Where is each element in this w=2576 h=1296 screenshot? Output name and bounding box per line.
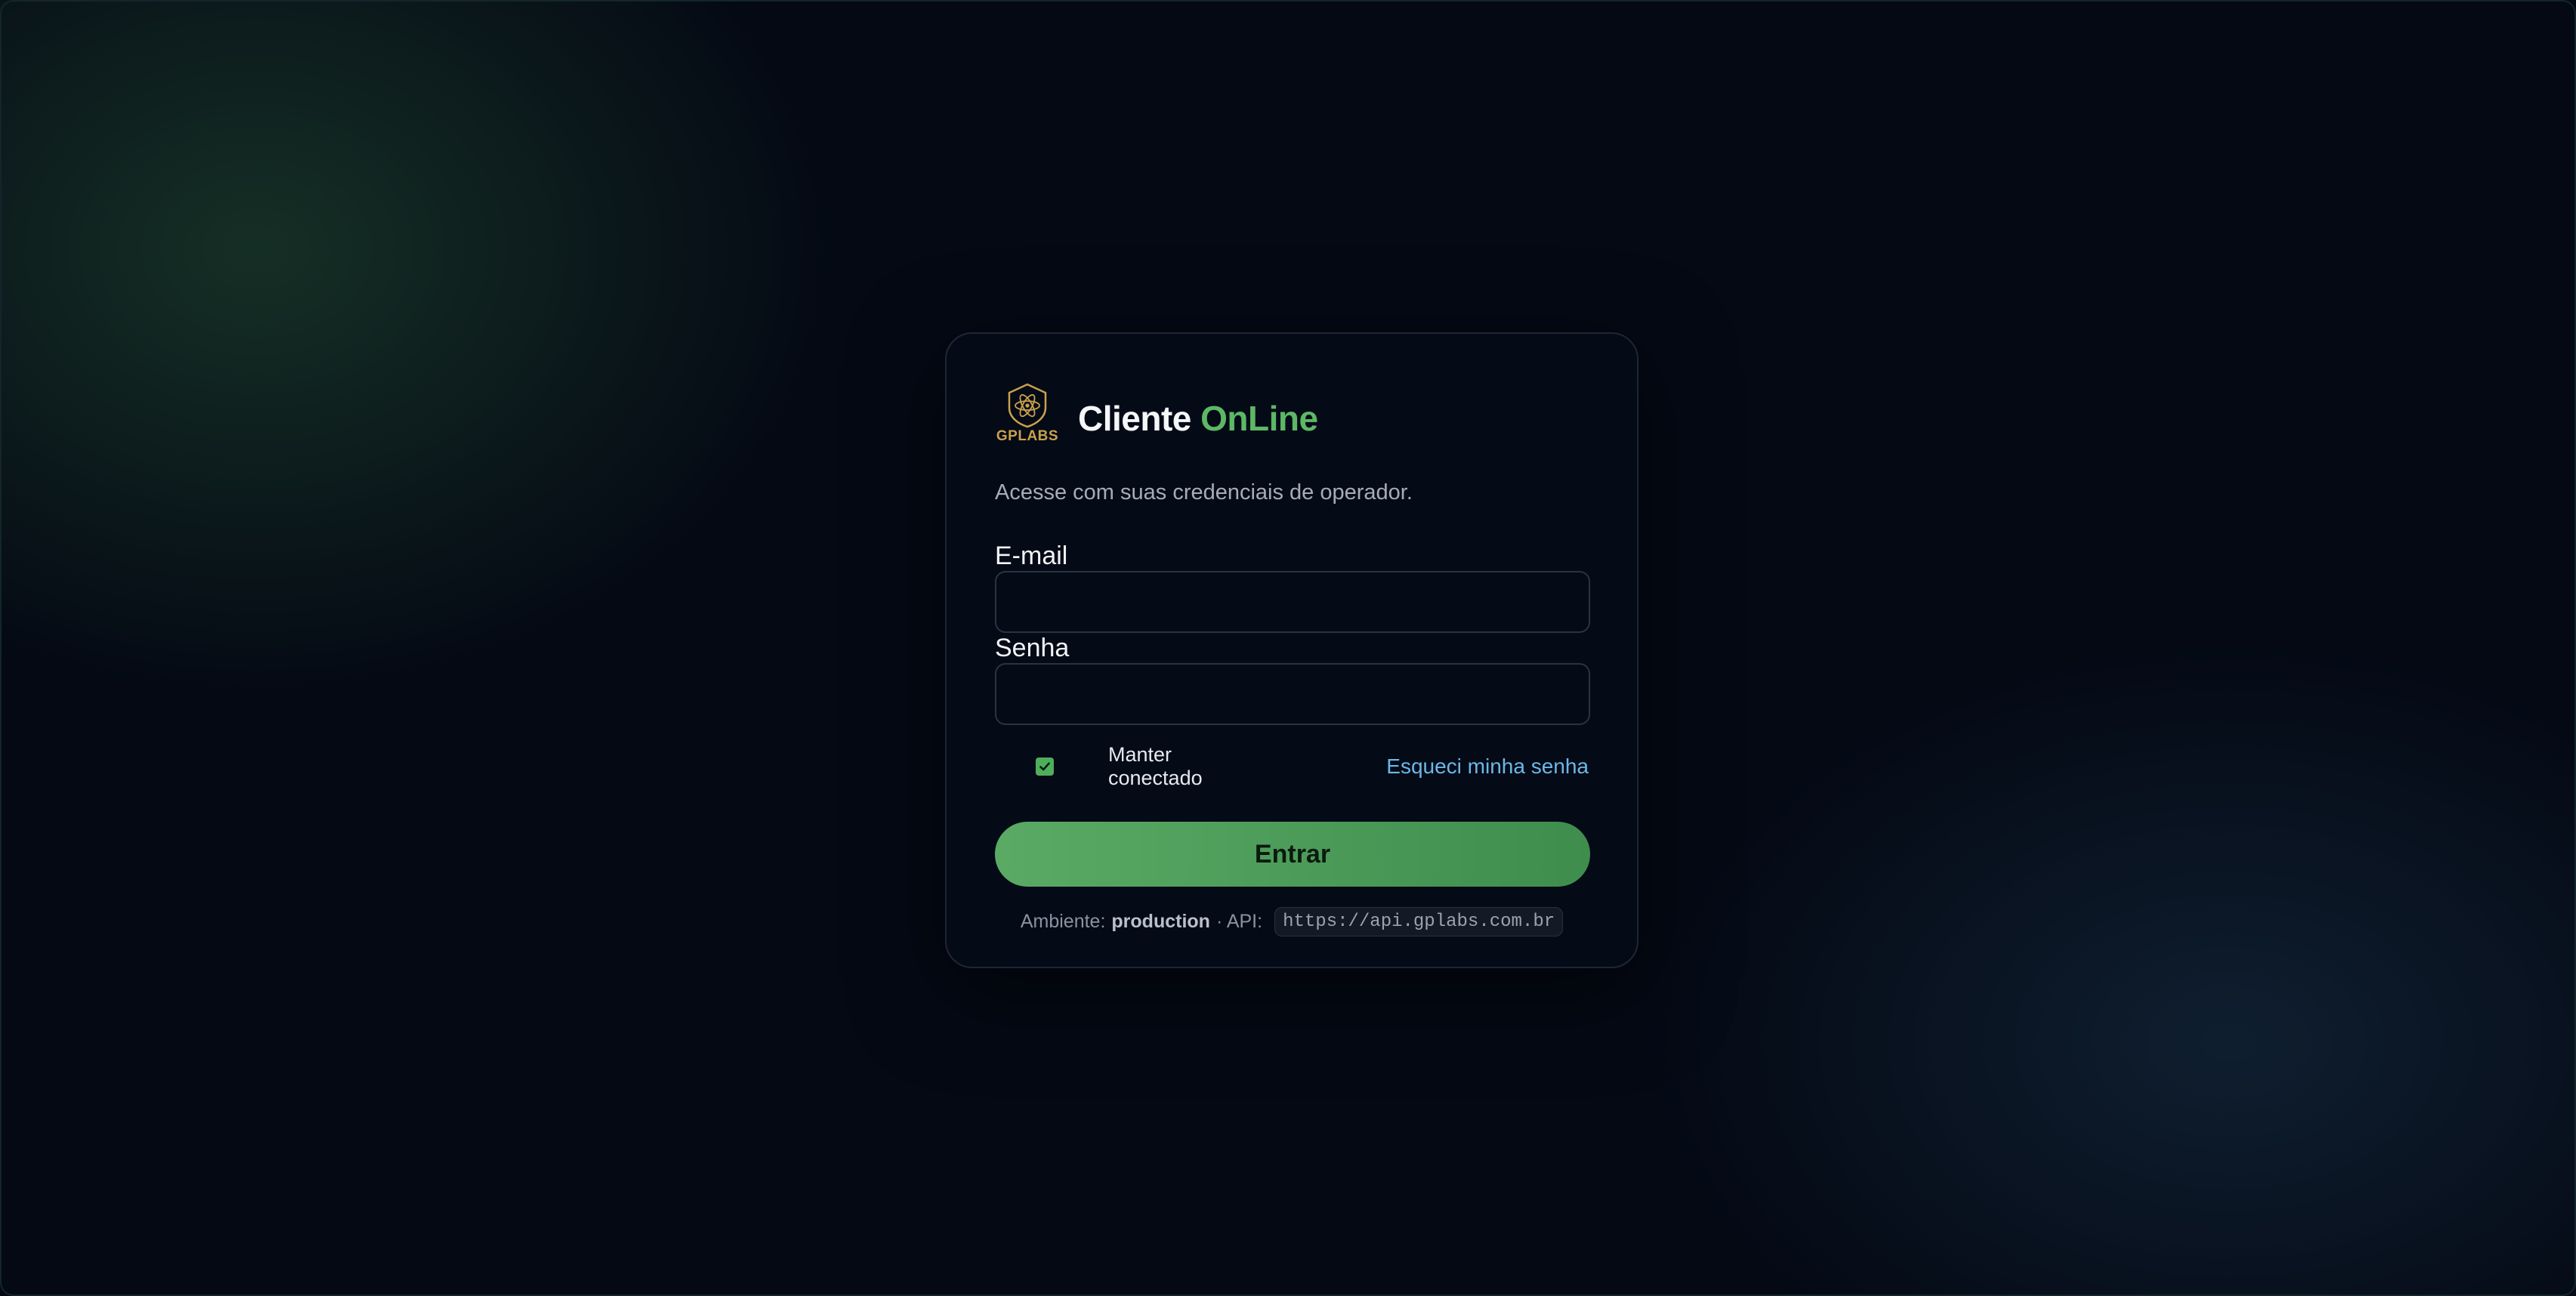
gplabs-logo: GPLABS <box>995 382 1060 455</box>
logo-text: GPLABS <box>996 428 1059 444</box>
login-subtitle: Acesse com suas credenciais de operador. <box>995 480 1413 505</box>
login-card: GPLABS Cliente OnLine Acesse com suas cr… <box>945 332 1639 968</box>
login-options-row: Manter conectado Esqueci minha senha <box>995 740 1589 793</box>
brand-header: GPLABS Cliente OnLine <box>995 382 1589 455</box>
remember-me[interactable]: Manter conectado <box>995 743 1237 790</box>
shield-atom-icon <box>1008 383 1047 428</box>
email-field[interactable] <box>995 571 1590 633</box>
app-title-main: Cliente <box>1078 399 1191 438</box>
api-url: https://api.gplabs.com.br <box>1274 906 1564 937</box>
login-button[interactable]: Entrar <box>995 822 1590 887</box>
forgot-password-link[interactable]: Esqueci minha senha <box>1386 754 1589 779</box>
api-prefix: · API: <box>1215 910 1263 932</box>
password-field[interactable] <box>995 663 1590 725</box>
email-label: E-mail <box>995 542 1068 570</box>
remember-checkbox[interactable] <box>1036 758 1054 776</box>
app-title-accent: OnLine <box>1200 399 1318 438</box>
environment-info: Ambiente: production · API: https://api.… <box>995 905 1589 938</box>
env-value: production <box>1111 910 1210 932</box>
remember-label: Manter conectado <box>1108 743 1203 789</box>
check-icon <box>1039 762 1050 771</box>
env-prefix: Ambiente: <box>1020 910 1106 932</box>
password-label: Senha <box>995 634 1070 662</box>
app-title: Cliente OnLine <box>1078 398 1318 439</box>
